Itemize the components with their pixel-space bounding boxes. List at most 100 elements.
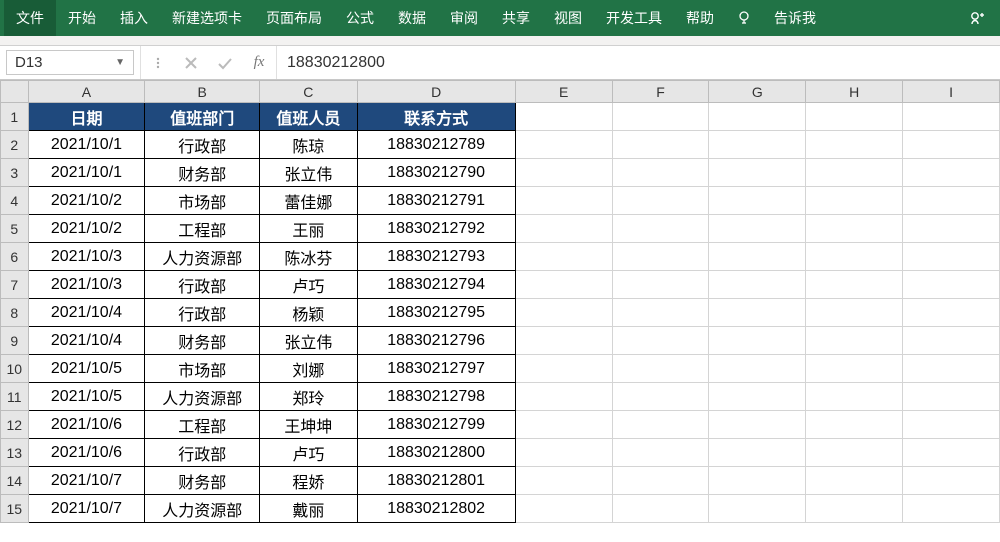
empty-cell[interactable] [612, 271, 709, 299]
empty-cell[interactable] [903, 495, 1000, 523]
empty-cell[interactable] [612, 467, 709, 495]
empty-cell[interactable] [612, 439, 709, 467]
share-icon[interactable] [958, 9, 996, 27]
row-header-1[interactable]: 1 [1, 103, 29, 131]
empty-cell[interactable] [903, 215, 1000, 243]
data-cell[interactable]: 18830212795 [357, 299, 515, 327]
empty-cell[interactable] [806, 215, 903, 243]
empty-cell[interactable] [806, 383, 903, 411]
empty-cell[interactable] [806, 467, 903, 495]
data-cell[interactable]: 18830212802 [357, 495, 515, 523]
header-cell[interactable]: 值班人员 [260, 103, 357, 131]
data-cell[interactable]: 18830212800 [357, 439, 515, 467]
data-cell[interactable]: 卢巧 [260, 271, 357, 299]
empty-cell[interactable] [709, 271, 806, 299]
empty-cell[interactable] [612, 131, 709, 159]
data-cell[interactable]: 18830212790 [357, 159, 515, 187]
spreadsheet-grid[interactable]: ABCDEFGHI1日期值班部门值班人员联系方式22021/10/1行政部陈琼1… [0, 80, 1000, 542]
empty-cell[interactable] [612, 383, 709, 411]
ribbon-tab-10[interactable]: 开发工具 [594, 0, 674, 36]
empty-cell[interactable] [903, 411, 1000, 439]
data-cell[interactable]: 2021/10/7 [28, 467, 145, 495]
empty-cell[interactable] [612, 215, 709, 243]
empty-cell[interactable] [806, 271, 903, 299]
empty-cell[interactable] [806, 495, 903, 523]
data-cell[interactable]: 郑玲 [260, 383, 357, 411]
data-cell[interactable]: 人力资源部 [145, 495, 260, 523]
empty-cell[interactable] [515, 439, 612, 467]
fx-icon[interactable]: fx [242, 46, 276, 79]
empty-cell[interactable] [612, 243, 709, 271]
empty-cell[interactable] [903, 439, 1000, 467]
data-cell[interactable]: 王坤坤 [260, 411, 357, 439]
data-cell[interactable]: 人力资源部 [145, 243, 260, 271]
empty-cell[interactable] [515, 299, 612, 327]
data-cell[interactable]: 18830212794 [357, 271, 515, 299]
data-cell[interactable]: 工程部 [145, 411, 260, 439]
col-header-B[interactable]: B [145, 81, 260, 103]
data-cell[interactable]: 2021/10/5 [28, 355, 145, 383]
empty-cell[interactable] [903, 103, 1000, 131]
empty-cell[interactable] [903, 271, 1000, 299]
data-cell[interactable]: 财务部 [145, 467, 260, 495]
data-cell[interactable]: 张立伟 [260, 159, 357, 187]
data-cell[interactable]: 杨颖 [260, 299, 357, 327]
empty-cell[interactable] [806, 103, 903, 131]
col-header-D[interactable]: D [357, 81, 515, 103]
data-cell[interactable]: 行政部 [145, 131, 260, 159]
ribbon-tab-7[interactable]: 审阅 [438, 0, 490, 36]
row-header-15[interactable]: 15 [1, 495, 29, 523]
empty-cell[interactable] [903, 131, 1000, 159]
empty-cell[interactable] [806, 159, 903, 187]
row-header-3[interactable]: 3 [1, 159, 29, 187]
empty-cell[interactable] [806, 131, 903, 159]
data-cell[interactable]: 财务部 [145, 159, 260, 187]
empty-cell[interactable] [709, 243, 806, 271]
empty-cell[interactable] [709, 131, 806, 159]
empty-cell[interactable] [515, 327, 612, 355]
ribbon-tab-11[interactable]: 帮助 [674, 0, 726, 36]
empty-cell[interactable] [515, 411, 612, 439]
empty-cell[interactable] [806, 327, 903, 355]
empty-cell[interactable] [612, 327, 709, 355]
col-header-C[interactable]: C [260, 81, 357, 103]
ribbon-tab-3[interactable]: 新建选项卡 [160, 0, 254, 36]
data-cell[interactable]: 卢巧 [260, 439, 357, 467]
empty-cell[interactable] [709, 383, 806, 411]
row-header-7[interactable]: 7 [1, 271, 29, 299]
ribbon-tab-4[interactable]: 页面布局 [254, 0, 334, 36]
data-cell[interactable]: 程娇 [260, 467, 357, 495]
data-cell[interactable]: 2021/10/3 [28, 271, 145, 299]
data-cell[interactable]: 陈冰芬 [260, 243, 357, 271]
data-cell[interactable]: 18830212796 [357, 327, 515, 355]
data-cell[interactable]: 18830212793 [357, 243, 515, 271]
empty-cell[interactable] [903, 383, 1000, 411]
empty-cell[interactable] [709, 327, 806, 355]
chevron-down-icon[interactable]: ▼ [115, 57, 125, 68]
empty-cell[interactable] [903, 299, 1000, 327]
empty-cell[interactable] [612, 103, 709, 131]
data-cell[interactable]: 2021/10/6 [28, 439, 145, 467]
header-cell[interactable]: 值班部门 [145, 103, 260, 131]
empty-cell[interactable] [515, 159, 612, 187]
data-cell[interactable]: 张立伟 [260, 327, 357, 355]
empty-cell[interactable] [806, 411, 903, 439]
empty-cell[interactable] [515, 355, 612, 383]
ribbon-tab-0[interactable]: 文件 [4, 0, 56, 36]
empty-cell[interactable] [806, 187, 903, 215]
data-cell[interactable]: 王丽 [260, 215, 357, 243]
header-cell[interactable]: 日期 [28, 103, 145, 131]
tell-me[interactable]: 告诉我 [762, 0, 828, 36]
empty-cell[interactable] [709, 187, 806, 215]
empty-cell[interactable] [709, 495, 806, 523]
formula-dots-icon[interactable] [140, 46, 174, 79]
ribbon-tab-6[interactable]: 数据 [386, 0, 438, 36]
col-header-E[interactable]: E [515, 81, 612, 103]
row-header-4[interactable]: 4 [1, 187, 29, 215]
data-cell[interactable]: 市场部 [145, 187, 260, 215]
data-cell[interactable]: 2021/10/3 [28, 243, 145, 271]
data-cell[interactable]: 刘娜 [260, 355, 357, 383]
empty-cell[interactable] [612, 187, 709, 215]
empty-cell[interactable] [515, 187, 612, 215]
data-cell[interactable]: 蕾佳娜 [260, 187, 357, 215]
